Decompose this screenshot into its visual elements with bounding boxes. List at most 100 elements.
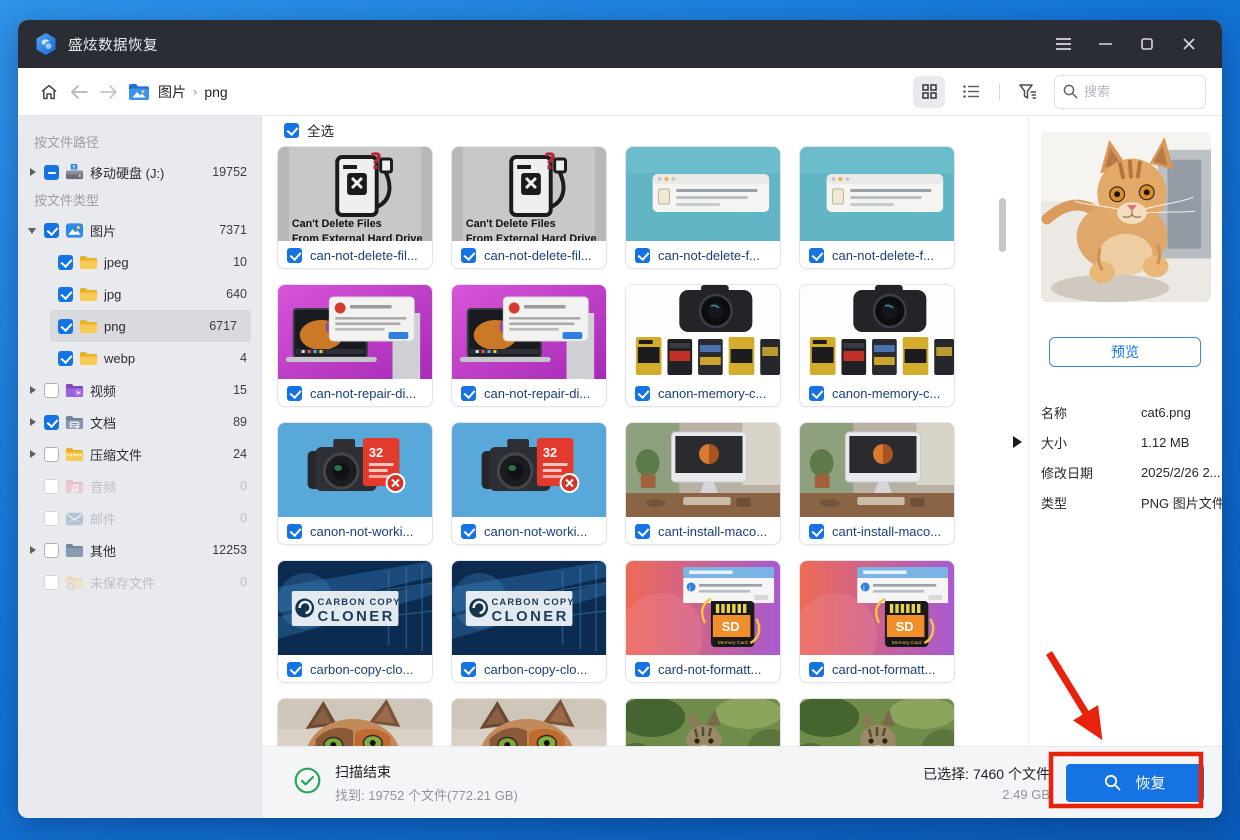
expander-right-icon[interactable] xyxy=(28,167,38,177)
menu-hamburger-icon[interactable] xyxy=(1046,29,1080,59)
checkbox[interactable] xyxy=(58,319,73,334)
checkbox[interactable] xyxy=(44,479,59,494)
sidebar-item-文档[interactable]: 文档89 xyxy=(18,406,261,438)
sidebar-item-图片[interactable]: 图片7371 xyxy=(18,214,261,246)
checkbox[interactable] xyxy=(44,543,59,558)
file-card[interactable]: can-not-delete-f... xyxy=(625,146,781,269)
sidebar-item-label: 移动硬盘 (J:) xyxy=(90,163,206,182)
expander-right-icon[interactable] xyxy=(28,449,38,459)
sidebar-item-音频[interactable]: 音频0 xyxy=(18,470,261,502)
scrollbar-thumb[interactable] xyxy=(999,198,1006,252)
file-checkbox[interactable] xyxy=(461,248,476,263)
select-all-checkbox[interactable] xyxy=(284,123,299,138)
sidebar-item-png[interactable]: png6717 xyxy=(50,310,251,342)
checkbox[interactable] xyxy=(44,383,59,398)
checkbox[interactable] xyxy=(44,447,59,462)
file-checkbox[interactable] xyxy=(809,524,824,539)
expander-placeholder xyxy=(28,513,38,523)
file-card[interactable]: CARBON COPY CLONERcarbon-copy-clo... xyxy=(277,560,433,683)
panel-collapse-arrow[interactable] xyxy=(1013,436,1022,448)
sidebar-item-邮件[interactable]: 邮件0 xyxy=(18,502,261,534)
file-checkbox[interactable] xyxy=(287,386,302,401)
expander-right-icon[interactable] xyxy=(28,417,38,427)
file-card[interactable]: i SD Memory Card card-not-formatt... xyxy=(799,560,955,683)
sidebar-item-count: 0 xyxy=(240,511,247,525)
file-card[interactable]: can-not-delete-f... xyxy=(799,146,955,269)
checkbox[interactable] xyxy=(58,351,73,366)
file-checkbox[interactable] xyxy=(287,524,302,539)
expander-placeholder xyxy=(28,577,38,587)
file-name: carbon-copy-clo... xyxy=(484,662,587,677)
file-card[interactable] xyxy=(625,698,781,746)
expander-right-icon[interactable] xyxy=(28,545,38,555)
file-checkbox[interactable] xyxy=(635,248,650,263)
sidebar-item-移动硬盘 (J:)[interactable]: 移动硬盘 (J:)19752 xyxy=(18,156,261,188)
file-thumbnail xyxy=(626,423,780,517)
file-card[interactable] xyxy=(451,698,607,746)
breadcrumb-current[interactable]: png xyxy=(204,84,227,100)
file-checkbox[interactable] xyxy=(461,524,476,539)
maximize-button[interactable] xyxy=(1130,29,1164,59)
file-card[interactable]: cant-install-maco... xyxy=(625,422,781,545)
file-checkbox[interactable] xyxy=(461,386,476,401)
file-checkbox[interactable] xyxy=(635,662,650,677)
file-card[interactable]: canon-memory-c... xyxy=(625,284,781,407)
grid-view-button[interactable] xyxy=(913,76,945,108)
search-box[interactable] xyxy=(1054,75,1206,109)
checkbox[interactable] xyxy=(58,255,73,270)
file-checkbox[interactable] xyxy=(635,524,650,539)
file-card[interactable]: cant-install-maco... xyxy=(799,422,955,545)
file-card[interactable]: canon-memory-c... xyxy=(799,284,955,407)
file-card[interactable]: can-not-repair-di... xyxy=(451,284,607,407)
sidebar-item-未保存文件[interactable]: 未保存文件0 xyxy=(18,566,261,598)
svg-text:32: 32 xyxy=(369,445,383,460)
checkbox[interactable] xyxy=(44,223,59,238)
file-card[interactable]: can-not-repair-di... xyxy=(277,284,433,407)
filter-funnel-icon[interactable] xyxy=(1012,76,1044,108)
checkbox[interactable] xyxy=(44,415,59,430)
file-card[interactable]: CARBON COPY CLONERcarbon-copy-clo... xyxy=(451,560,607,683)
file-checkbox[interactable] xyxy=(461,662,476,677)
file-card[interactable]: i SD Memory Card card-not-formatt... xyxy=(625,560,781,683)
recover-button[interactable]: 恢复 xyxy=(1066,764,1204,802)
detail-row: 修改日期2025/2/26 2... xyxy=(1041,457,1212,487)
file-name: canon-not-worki... xyxy=(310,524,413,539)
file-checkbox[interactable] xyxy=(809,662,824,677)
sidebar-item-jpeg[interactable]: jpeg10 xyxy=(50,246,261,278)
expander-right-icon[interactable] xyxy=(28,385,38,395)
close-button[interactable] xyxy=(1172,29,1206,59)
file-name: carbon-copy-clo... xyxy=(310,662,413,677)
list-view-button[interactable] xyxy=(955,76,987,108)
forward-arrow-icon[interactable] xyxy=(94,77,124,107)
checkbox[interactable] xyxy=(58,287,73,302)
expander-down-icon[interactable] xyxy=(28,225,38,235)
file-checkbox[interactable] xyxy=(287,248,302,263)
checkbox[interactable] xyxy=(44,511,59,526)
breadcrumb-folder[interactable]: 图片 xyxy=(158,82,186,102)
preview-button[interactable]: 预览 xyxy=(1049,337,1201,367)
sidebar-item-其他[interactable]: 其他12253 xyxy=(18,534,261,566)
home-icon[interactable] xyxy=(34,77,64,107)
file-card[interactable] xyxy=(277,698,433,746)
file-card[interactable]: ? Can't Delete Files From External Hard … xyxy=(277,146,433,269)
file-card[interactable] xyxy=(799,698,955,746)
back-arrow-icon[interactable] xyxy=(64,77,94,107)
file-checkbox[interactable] xyxy=(287,662,302,677)
file-card[interactable]: 32 canon-not-worki... xyxy=(277,422,433,545)
sidebar-item-count: 4 xyxy=(240,351,247,365)
sidebar-item-视频[interactable]: 视频15 xyxy=(18,374,261,406)
file-card[interactable]: ? Can't Delete Files From External Hard … xyxy=(451,146,607,269)
sidebar-item-webp[interactable]: webp4 xyxy=(50,342,261,374)
file-checkbox[interactable] xyxy=(809,248,824,263)
minimize-button[interactable] xyxy=(1088,29,1122,59)
sidebar-item-压缩文件[interactable]: 压缩文件24 xyxy=(18,438,261,470)
file-name: card-not-formatt... xyxy=(832,662,935,677)
search-input[interactable] xyxy=(1084,84,1184,99)
file-checkbox[interactable] xyxy=(635,386,650,401)
checkbox[interactable] xyxy=(44,165,59,180)
checkbox[interactable] xyxy=(44,575,59,590)
file-name: can-not-delete-fil... xyxy=(484,248,592,263)
sidebar-item-jpg[interactable]: jpg640 xyxy=(50,278,261,310)
file-card[interactable]: 32 canon-not-worki... xyxy=(451,422,607,545)
file-checkbox[interactable] xyxy=(809,386,824,401)
